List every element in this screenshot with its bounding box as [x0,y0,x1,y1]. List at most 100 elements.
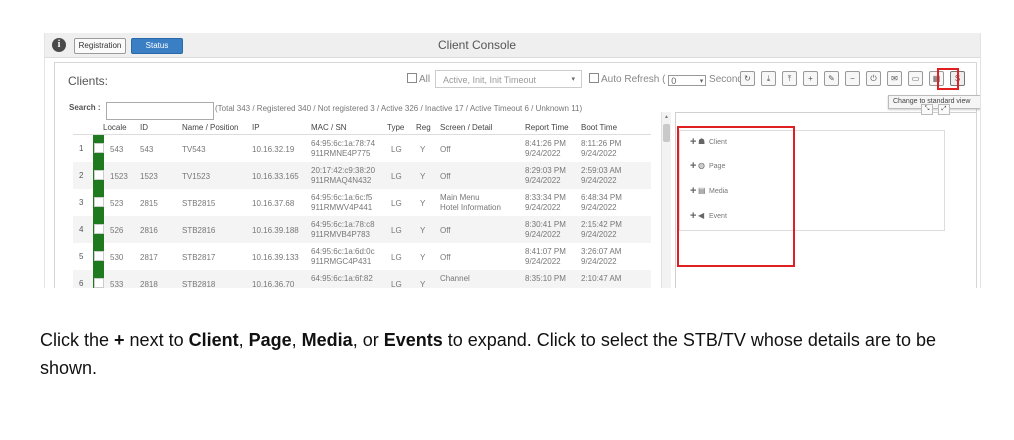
screen-cell: Off [440,172,451,181]
row-checkbox[interactable] [94,278,104,288]
status-filter-select[interactable]: Active, Init, Init Timeout ▾ [435,70,582,88]
report-time-cell: 8:35:10 PM [525,274,566,283]
power-icon[interactable]: ⏻ [866,71,881,86]
ip-cell: 10.16.36.70 [252,280,295,288]
report-date-cell: 9/24/2022 [525,149,561,158]
serial-cell: 911RMGC4P431 [311,257,372,266]
screen-cell: Channel [440,274,470,283]
all-label: All [419,74,431,85]
id-cell: 2816 [140,226,158,235]
boot-date-cell: 9/24/2022 [581,257,617,266]
column-header[interactable]: IP [252,122,260,134]
client-totals: (Total 343 / Registered 340 / Not regist… [215,104,583,113]
shrink-icon[interactable]: ⤡ [921,104,933,115]
column-header[interactable]: Boot Time [581,122,617,134]
table-scrollbar[interactable]: ▲ [661,112,671,288]
report-date-cell: 9/24/2022 [525,257,561,266]
instruction-caption: Click the + next to Client, Page, Media,… [40,330,936,378]
chevron-down-icon: ▾ [699,78,704,85]
message-icon[interactable]: ✉ [887,71,902,86]
chevron-down-icon: ▾ [571,76,575,83]
column-header[interactable]: Reg [416,122,431,134]
ip-cell: 10.16.32.19 [252,145,295,154]
auto-refresh-label: Auto Refresh ( [601,74,666,85]
column-header[interactable]: Report Time [525,122,569,134]
scrollbar-thumb[interactable] [663,124,670,142]
tv-icon[interactable]: ▭ [908,71,923,86]
serial-cell: 911RMAQ4N432 [311,176,372,185]
info-icon[interactable]: i [52,38,66,52]
column-header[interactable]: MAC / SN [311,122,347,134]
row-checkbox[interactable] [94,224,104,234]
download-icon[interactable]: ⤓ [761,71,776,86]
screen-cell: Off [440,226,451,235]
id-cell: 2818 [140,280,158,288]
table-row[interactable]: 1 543 543 TV543 10.16.32.19 64:95:6c:1a:78:74… [73,135,651,162]
name-cell: STB2816 [182,226,216,235]
all-checkbox-box[interactable] [407,73,417,83]
reg-cell: Y [420,280,426,288]
refresh-icon[interactable]: ↻ [740,71,755,86]
column-header[interactable]: Screen / Detail [440,122,492,134]
table-row[interactable]: 3 523 2815 STB2815 10.16.37.68 64:95:6c:1a:6c… [73,189,651,216]
status-tab[interactable]: Status [131,38,183,54]
id-cell: 2815 [140,199,158,208]
reg-cell: Y [420,226,426,235]
mac-cell: 64:95:6c:1a:6f:82 [311,274,373,283]
locale-cell: 530 [110,253,124,262]
type-cell: LG [391,280,402,288]
row-checkbox[interactable] [94,170,104,180]
column-header[interactable]: Locale [103,122,127,134]
column-header[interactable]: ID [140,122,148,134]
column-header[interactable]: Name / Position [182,122,238,134]
refresh-interval-select[interactable]: 0 ▾ [668,75,707,86]
reg-cell: Y [420,172,426,181]
boot-date-cell: 9/24/2022 [581,149,617,158]
top-bar: i Registration Status Client Console [45,33,980,58]
remove-icon[interactable]: − [845,71,860,86]
table-row[interactable]: 5 530 2817 STB2817 10.16.39.133 64:95:6c:1a:6… [73,243,651,270]
table-row[interactable]: 6 533 2818 STB2818 10.16.36.70 64:95:6c:1a:6f… [73,270,651,288]
id-cell: 1523 [140,172,158,181]
id-cell: 2817 [140,253,158,262]
row-number: 3 [79,198,84,207]
boot-date-cell: 9/24/2022 [581,230,617,239]
table-row[interactable]: 4 526 2816 STB2816 10.16.39.188 64:95:6c:1a:7… [73,216,651,243]
serial-cell: 911RMWV4P441 [311,203,373,212]
locale-cell: 1523 [110,172,128,181]
sections-highlight [677,126,795,267]
expand-icon[interactable]: ⤢ [938,104,950,115]
type-cell: LG [391,226,402,235]
serial-cell: 911RMVB4P783 [311,230,370,239]
clients-table: Locale ID Name / Position IP MAC / SN Type Reg… [73,122,651,288]
row-number: 5 [79,252,84,261]
auto-refresh-checkbox[interactable] [589,73,599,83]
standard-view-tooltip: Change to standard view [888,95,980,109]
search-input[interactable] [106,102,214,120]
all-checkbox[interactable]: All [407,73,430,85]
report-date-cell: 9/24/2022 [525,230,561,239]
edit-icon[interactable]: ✎ [824,71,839,86]
add-icon[interactable]: + [803,71,818,86]
type-cell: LG [391,145,402,154]
row-checkbox[interactable] [94,197,104,207]
ip-cell: 10.16.39.188 [252,226,299,235]
auto-refresh-control: Auto Refresh ( 0 ▾ Seconds) [589,73,751,86]
ip-cell: 10.16.37.68 [252,199,295,208]
boot-time-cell: 2:10:47 AM [581,274,622,283]
boot-date-cell: 9/24/2022 [581,176,617,185]
registration-tab[interactable]: Registration [74,38,126,54]
column-header[interactable]: Type [387,122,404,134]
row-number: 4 [79,225,84,234]
ip-cell: 10.16.33.165 [252,172,299,181]
upload-icon[interactable]: ⤒ [782,71,797,86]
locale-cell: 533 [110,280,124,288]
row-number: 6 [79,279,84,288]
row-checkbox[interactable] [94,143,104,153]
boot-date-cell: 9/24/2022 [581,203,617,212]
table-row[interactable]: 2 1523 1523 TV1523 10.16.33.165 20:17:42:c9:3… [73,162,651,189]
scroll-up-icon[interactable]: ▲ [664,114,669,120]
name-cell: STB2817 [182,253,216,262]
row-checkbox[interactable] [94,251,104,261]
id-cell: 543 [140,145,154,154]
